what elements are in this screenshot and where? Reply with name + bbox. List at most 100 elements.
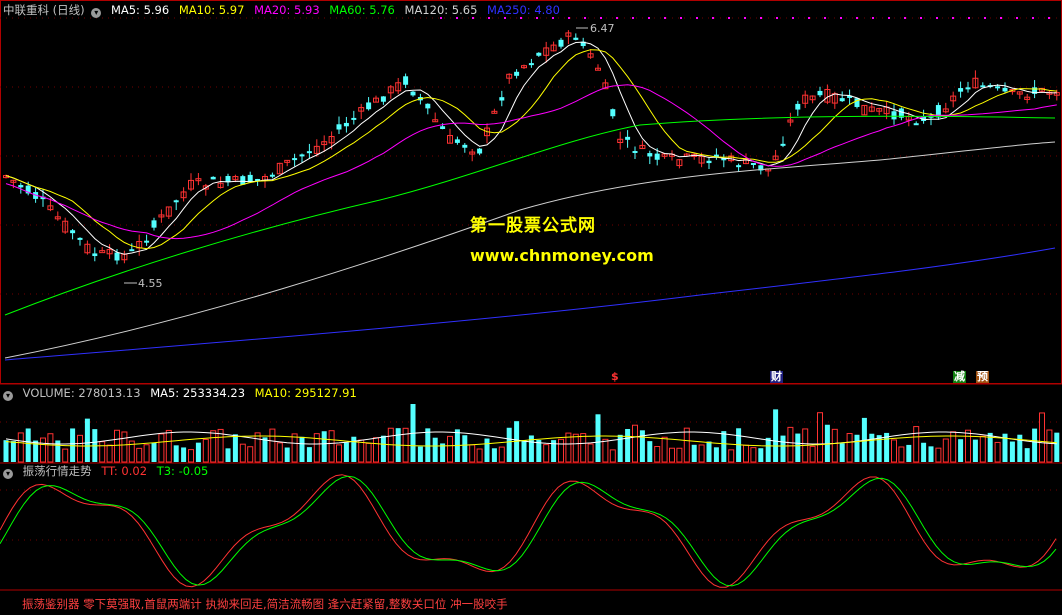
indicator-description: 振荡鉴别器 零下莫强取,首鼠两端计 执拗来回走,简洁流畅图 逢六赶紧留,整数关口… <box>22 597 508 611</box>
volume-bar <box>683 427 690 463</box>
volume-bar <box>1046 429 1053 463</box>
candle-body <box>70 230 76 234</box>
volume-bar <box>351 436 357 462</box>
volume-bar <box>728 449 735 463</box>
volume-bar <box>181 447 187 462</box>
candle-body <box>299 154 305 157</box>
candle-body <box>343 122 349 127</box>
volume-bar <box>602 438 609 463</box>
volume-bar <box>1017 434 1023 462</box>
candle-body <box>306 151 312 154</box>
ma10-value: MA10: 5.97 <box>178 3 245 17</box>
volume-bar <box>291 433 298 463</box>
volume-bar <box>284 447 290 462</box>
watermark-title: 第一股票公式网 <box>470 216 596 236</box>
volume-bar <box>114 429 120 463</box>
volume-bar <box>928 446 934 462</box>
volume-bar <box>661 436 668 463</box>
volume-ma5-value: MA5: 253334.23 <box>150 386 246 400</box>
oscillator-t3-value: T3: -0.05 <box>156 464 209 478</box>
volume-bar <box>647 441 653 462</box>
candle-body <box>528 63 534 66</box>
volume-bar <box>498 446 505 463</box>
volume-bar <box>3 440 9 462</box>
volume-bar <box>869 433 875 462</box>
volume-bar <box>276 442 283 463</box>
stock-chart-canvas[interactable] <box>0 0 1062 615</box>
top-marker-dot <box>712 17 714 19</box>
candle-body <box>403 76 409 85</box>
top-marker-dot <box>952 17 954 19</box>
watermark-url: www.chnmoney.com <box>470 246 654 265</box>
top-marker-dot <box>648 17 650 19</box>
volume-bar <box>609 449 616 463</box>
volume-bar <box>484 438 490 462</box>
volume-bar <box>706 441 712 462</box>
volume-bar <box>165 429 172 463</box>
oscillator-t3-line <box>0 475 1057 587</box>
event-marker-reduce[interactable]: 减 <box>953 371 966 383</box>
oscillator-collapse-icon[interactable]: ▾ <box>3 469 13 479</box>
volume-bar <box>891 439 897 463</box>
volume-bar <box>84 418 90 462</box>
volume-collapse-icon[interactable]: ▾ <box>3 391 13 401</box>
volume-bar <box>225 448 231 462</box>
volume-bar <box>935 447 942 463</box>
top-marker-dot <box>1032 17 1034 19</box>
ma20-value: MA20: 5.93 <box>254 3 320 17</box>
candle-body <box>292 158 298 161</box>
candle-body <box>913 123 919 126</box>
top-marker-dot <box>1048 17 1050 19</box>
candle-body <box>410 91 416 96</box>
volume-bar <box>425 428 431 462</box>
volume-bar <box>380 435 386 462</box>
volume-bar <box>632 424 638 463</box>
volume-bar <box>62 448 69 463</box>
candle-body <box>980 85 986 88</box>
top-marker-dot <box>888 17 890 19</box>
volume-bar <box>921 442 927 462</box>
top-marker-dot <box>1016 17 1018 19</box>
candle-body <box>965 87 971 90</box>
top-marker-dot <box>776 17 778 19</box>
candle-body <box>750 162 756 165</box>
volume-bar <box>743 444 749 463</box>
volume-bar <box>195 442 201 462</box>
candle-body <box>173 200 179 203</box>
volume-bar <box>77 434 83 463</box>
volume-bar <box>262 437 268 462</box>
volume-bar <box>839 443 845 462</box>
volume-bar <box>365 442 372 463</box>
volume-bar <box>269 428 276 463</box>
top-marker-dot <box>824 17 826 19</box>
candle-body <box>269 174 275 177</box>
candle-body <box>477 148 483 154</box>
volume-ma10-value: MA10: 295127.91 <box>254 386 357 400</box>
candle-body <box>440 126 446 129</box>
volume-bar <box>17 432 24 463</box>
volume-bar <box>958 439 964 462</box>
volume-bar <box>831 428 838 463</box>
top-marker-dot <box>632 17 634 19</box>
volume-bar <box>188 449 194 463</box>
event-marker-dividend[interactable]: $ <box>610 371 620 383</box>
volume-bar <box>47 433 54 463</box>
volume-bar <box>136 447 143 463</box>
volume-bar <box>143 444 150 463</box>
volume-bar <box>787 426 794 463</box>
candle-body <box>129 249 135 252</box>
event-marker-forecast[interactable]: 预 <box>976 371 989 383</box>
top-marker-dot <box>840 17 842 19</box>
volume-bar <box>721 431 727 462</box>
candle-body <box>425 103 431 109</box>
candle-body <box>610 109 616 117</box>
event-marker-finance[interactable]: 财 <box>770 371 783 383</box>
main-panel-frame <box>0 0 1062 384</box>
volume-bar <box>99 441 106 463</box>
collapse-toggle-icon[interactable]: ▾ <box>91 8 102 18</box>
candle-body <box>499 97 505 101</box>
ma5-value: MA5: 5.96 <box>110 3 170 17</box>
volume-bar <box>121 431 128 463</box>
top-marker-dot <box>856 17 858 19</box>
volume-bar <box>913 426 920 463</box>
